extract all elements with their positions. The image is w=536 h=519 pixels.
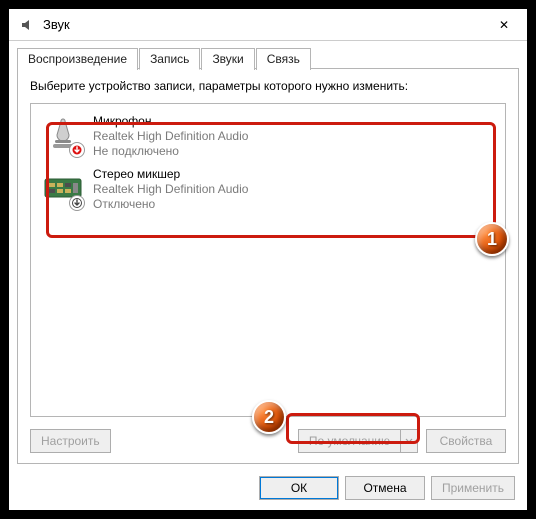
apply-button[interactable]: Применить	[431, 476, 515, 500]
tab-communications[interactable]: Связь	[256, 48, 311, 70]
device-info: Стерео микшер Realtek High Definition Au…	[93, 167, 248, 212]
close-button[interactable]: ✕	[481, 9, 527, 41]
device-name: Микрофон	[93, 114, 248, 129]
device-status: Отключено	[93, 197, 248, 212]
tab-playback[interactable]: Воспроизведение	[17, 48, 138, 70]
chevron-down-icon	[405, 434, 413, 448]
speaker-icon	[17, 15, 37, 35]
dialog-buttons: ОК Отмена Применить	[259, 476, 515, 500]
dialog-body: Воспроизведение Запись Звуки Связь Выбер…	[9, 41, 527, 510]
device-list[interactable]: Микрофон Realtek High Definition Audio Н…	[30, 103, 506, 417]
close-icon: ✕	[499, 18, 509, 32]
device-controller: Realtek High Definition Audio	[93, 182, 248, 197]
device-microphone[interactable]: Микрофон Realtek High Definition Audio Н…	[31, 110, 505, 163]
configure-button[interactable]: Настроить	[30, 429, 111, 453]
device-info: Микрофон Realtek High Definition Audio Н…	[93, 114, 248, 159]
set-default-button[interactable]: По умолчанию	[298, 429, 400, 453]
device-status: Не подключено	[93, 144, 248, 159]
tabstrip: Воспроизведение Запись Звуки Связь	[17, 47, 312, 69]
tab-recording[interactable]: Запись	[139, 48, 200, 70]
set-default-split-button[interactable]: По умолчанию	[298, 429, 418, 453]
device-stereo-mix[interactable]: Стерео микшер Realtek High Definition Au…	[31, 163, 505, 216]
titlebar: Звук ✕	[9, 9, 527, 41]
cancel-button[interactable]: Отмена	[345, 476, 425, 500]
panel-button-row: Настроить По умолчанию Свойства	[30, 429, 506, 453]
soundcard-icon	[41, 167, 85, 211]
microphone-icon	[41, 114, 85, 158]
tab-panel-recording: Выберите устройство записи, параметры ко…	[17, 68, 519, 464]
set-default-dropdown[interactable]	[400, 429, 418, 453]
status-badge-disabled-icon	[69, 195, 85, 211]
panel-instruction: Выберите устройство записи, параметры ко…	[30, 79, 408, 93]
status-badge-unplugged-icon	[69, 142, 85, 158]
sound-dialog: Звук ✕ Воспроизведение Запись Звуки Связ…	[8, 8, 528, 511]
window-title: Звук	[43, 17, 70, 32]
tab-sounds[interactable]: Звуки	[201, 48, 254, 70]
properties-button[interactable]: Свойства	[426, 429, 506, 453]
device-name: Стерео микшер	[93, 167, 248, 182]
ok-button[interactable]: ОК	[259, 476, 339, 500]
device-controller: Realtek High Definition Audio	[93, 129, 248, 144]
